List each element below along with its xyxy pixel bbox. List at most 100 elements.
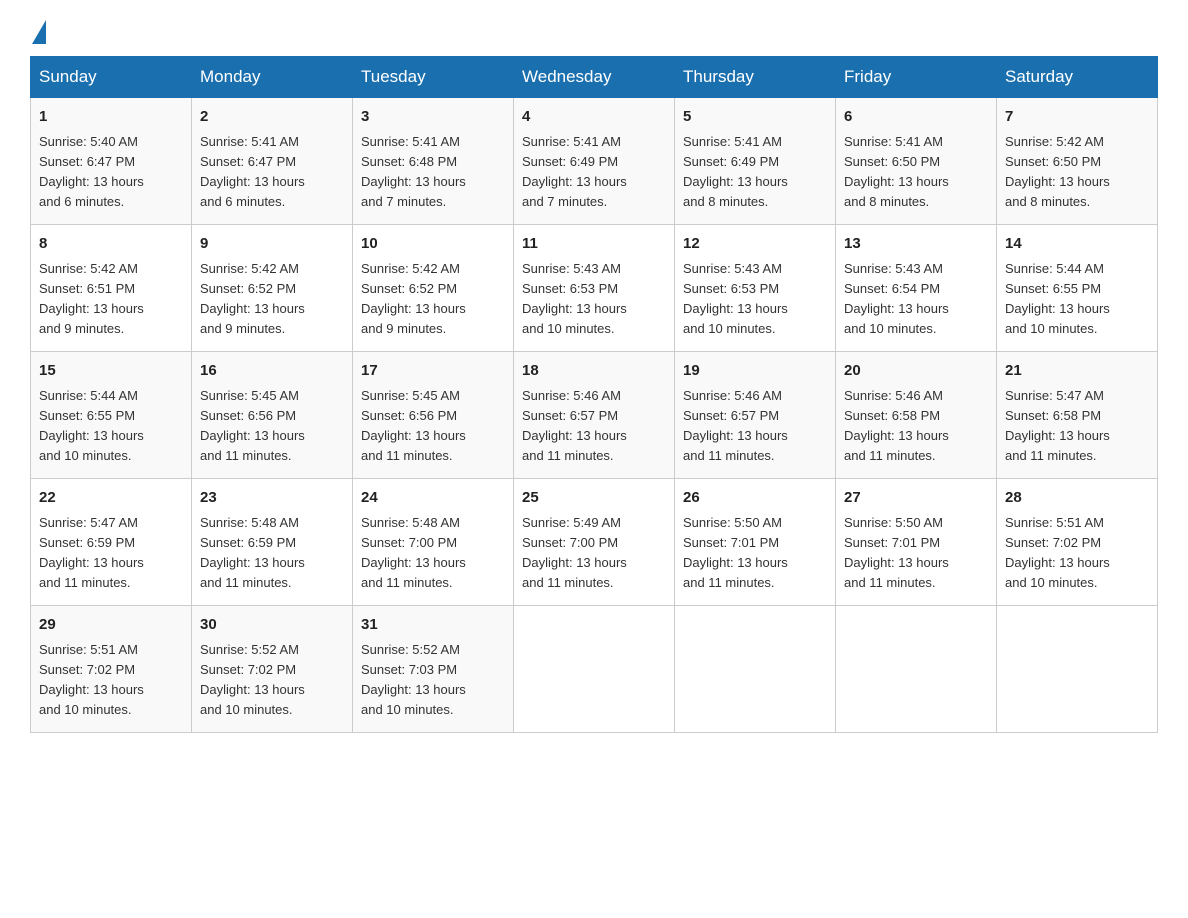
- calendar-week-row: 15 Sunrise: 5:44 AMSunset: 6:55 PMDayligh…: [31, 352, 1158, 479]
- header: [30, 20, 1158, 36]
- day-number: 20: [844, 360, 988, 383]
- day-info: Sunrise: 5:46 AMSunset: 6:57 PMDaylight:…: [522, 386, 666, 467]
- day-number: 28: [1005, 487, 1149, 510]
- day-info: Sunrise: 5:44 AMSunset: 6:55 PMDaylight:…: [39, 386, 183, 467]
- day-number: 12: [683, 233, 827, 256]
- calendar-cell: 4Sunrise: 5:41 AMSunset: 6:49 PMDaylight…: [514, 98, 675, 225]
- calendar-cell: 13Sunrise: 5:43 AMSunset: 6:54 PMDayligh…: [836, 225, 997, 352]
- calendar-cell: 29Sunrise: 5:51 AMSunset: 7:02 PMDayligh…: [31, 606, 192, 733]
- day-info: Sunrise: 5:46 AMSunset: 6:58 PMDaylight:…: [844, 386, 988, 467]
- day-info: Sunrise: 5:52 AMSunset: 7:02 PMDaylight:…: [200, 640, 344, 721]
- day-info: Sunrise: 5:44 AMSunset: 6:55 PMDaylight:…: [1005, 259, 1149, 340]
- day-info: Sunrise: 5:46 AMSunset: 6:57 PMDaylight:…: [683, 386, 827, 467]
- day-number: 17: [361, 360, 505, 383]
- day-info: Sunrise: 5:50 AMSunset: 7:01 PMDaylight:…: [683, 513, 827, 594]
- day-info: Sunrise: 5:47 AMSunset: 6:58 PMDaylight:…: [1005, 386, 1149, 467]
- day-number: 6: [844, 106, 988, 129]
- day-info: Sunrise: 5:42 AMSunset: 6:50 PMDaylight:…: [1005, 132, 1149, 213]
- calendar-cell: 25Sunrise: 5:49 AMSunset: 7:00 PMDayligh…: [514, 479, 675, 606]
- day-number: 22: [39, 487, 183, 510]
- day-info: Sunrise: 5:47 AMSunset: 6:59 PMDaylight:…: [39, 513, 183, 594]
- weekday-header-tuesday: Tuesday: [353, 57, 514, 98]
- day-number: 27: [844, 487, 988, 510]
- day-info: Sunrise: 5:40 AMSunset: 6:47 PMDaylight:…: [39, 132, 183, 213]
- calendar-cell: 5 Sunrise: 5:41 AMSunset: 6:49 PMDaylight…: [675, 98, 836, 225]
- calendar-cell: 31 Sunrise: 5:52 AMSunset: 7:03 PMDayligh…: [353, 606, 514, 733]
- day-number: 31: [361, 614, 505, 637]
- calendar-cell: 23 Sunrise: 5:48 AMSunset: 6:59 PMDayligh…: [192, 479, 353, 606]
- day-info: Sunrise: 5:41 AMSunset: 6:48 PMDaylight:…: [361, 132, 505, 213]
- calendar-cell: 2Sunrise: 5:41 AMSunset: 6:47 PMDaylight…: [192, 98, 353, 225]
- calendar-cell: 22 Sunrise: 5:47 AMSunset: 6:59 PMDayligh…: [31, 479, 192, 606]
- day-number: 5: [683, 106, 827, 129]
- calendar-week-row: 8Sunrise: 5:42 AMSunset: 6:51 PMDaylight…: [31, 225, 1158, 352]
- calendar-cell: 1 Sunrise: 5:40 AMSunset: 6:47 PMDaylight…: [31, 98, 192, 225]
- day-info: Sunrise: 5:48 AMSunset: 6:59 PMDaylight:…: [200, 513, 344, 594]
- calendar-cell: [675, 606, 836, 733]
- day-number: 7: [1005, 106, 1149, 129]
- calendar-cell: 30 Sunrise: 5:52 AMSunset: 7:02 PMDayligh…: [192, 606, 353, 733]
- day-number: 11: [522, 233, 666, 256]
- calendar-cell: 8Sunrise: 5:42 AMSunset: 6:51 PMDaylight…: [31, 225, 192, 352]
- day-info: Sunrise: 5:42 AMSunset: 6:52 PMDaylight:…: [361, 259, 505, 340]
- calendar-cell: 11 Sunrise: 5:43 AMSunset: 6:53 PMDayligh…: [514, 225, 675, 352]
- day-number: 23: [200, 487, 344, 510]
- day-number: 9: [200, 233, 344, 256]
- weekday-header-monday: Monday: [192, 57, 353, 98]
- day-number: 25: [522, 487, 666, 510]
- day-info: Sunrise: 5:42 AMSunset: 6:52 PMDaylight:…: [200, 259, 344, 340]
- calendar-cell: 10 Sunrise: 5:42 AMSunset: 6:52 PMDayligh…: [353, 225, 514, 352]
- day-number: 21: [1005, 360, 1149, 383]
- weekday-header-thursday: Thursday: [675, 57, 836, 98]
- weekday-header-wednesday: Wednesday: [514, 57, 675, 98]
- day-number: 8: [39, 233, 183, 256]
- calendar-cell: 18 Sunrise: 5:46 AMSunset: 6:57 PMDayligh…: [514, 352, 675, 479]
- calendar-week-row: 22 Sunrise: 5:47 AMSunset: 6:59 PMDayligh…: [31, 479, 1158, 606]
- day-number: 2: [200, 106, 344, 129]
- calendar-cell: 9 Sunrise: 5:42 AMSunset: 6:52 PMDaylight…: [192, 225, 353, 352]
- day-info: Sunrise: 5:52 AMSunset: 7:03 PMDaylight:…: [361, 640, 505, 721]
- calendar-cell: 14 Sunrise: 5:44 AMSunset: 6:55 PMDayligh…: [997, 225, 1158, 352]
- calendar-cell: 28 Sunrise: 5:51 AMSunset: 7:02 PMDayligh…: [997, 479, 1158, 606]
- calendar-cell: [836, 606, 997, 733]
- day-info: Sunrise: 5:51 AMSunset: 7:02 PMDaylight:…: [39, 640, 183, 721]
- calendar-cell: 21 Sunrise: 5:47 AMSunset: 6:58 PMDayligh…: [997, 352, 1158, 479]
- day-number: 15: [39, 360, 183, 383]
- day-number: 18: [522, 360, 666, 383]
- day-info: Sunrise: 5:45 AMSunset: 6:56 PMDaylight:…: [200, 386, 344, 467]
- weekday-header-row: SundayMondayTuesdayWednesdayThursdayFrid…: [31, 57, 1158, 98]
- day-info: Sunrise: 5:50 AMSunset: 7:01 PMDaylight:…: [844, 513, 988, 594]
- calendar-cell: 19Sunrise: 5:46 AMSunset: 6:57 PMDayligh…: [675, 352, 836, 479]
- day-number: 1: [39, 106, 183, 129]
- calendar-cell: 3 Sunrise: 5:41 AMSunset: 6:48 PMDaylight…: [353, 98, 514, 225]
- calendar-cell: 15 Sunrise: 5:44 AMSunset: 6:55 PMDayligh…: [31, 352, 192, 479]
- weekday-header-friday: Friday: [836, 57, 997, 98]
- day-info: Sunrise: 5:45 AMSunset: 6:56 PMDaylight:…: [361, 386, 505, 467]
- day-info: Sunrise: 5:48 AMSunset: 7:00 PMDaylight:…: [361, 513, 505, 594]
- calendar-cell: 16 Sunrise: 5:45 AMSunset: 6:56 PMDayligh…: [192, 352, 353, 479]
- day-info: Sunrise: 5:51 AMSunset: 7:02 PMDaylight:…: [1005, 513, 1149, 594]
- day-number: 4: [522, 106, 666, 129]
- day-info: Sunrise: 5:43 AMSunset: 6:53 PMDaylight:…: [683, 259, 827, 340]
- calendar-week-row: 29Sunrise: 5:51 AMSunset: 7:02 PMDayligh…: [31, 606, 1158, 733]
- calendar-cell: [997, 606, 1158, 733]
- calendar-cell: 27 Sunrise: 5:50 AMSunset: 7:01 PMDayligh…: [836, 479, 997, 606]
- day-number: 14: [1005, 233, 1149, 256]
- calendar-cell: 24Sunrise: 5:48 AMSunset: 7:00 PMDayligh…: [353, 479, 514, 606]
- weekday-header-saturday: Saturday: [997, 57, 1158, 98]
- logo-triangle-icon: [32, 20, 46, 44]
- day-info: Sunrise: 5:41 AMSunset: 6:49 PMDaylight:…: [683, 132, 827, 213]
- calendar-cell: 26 Sunrise: 5:50 AMSunset: 7:01 PMDayligh…: [675, 479, 836, 606]
- calendar-cell: [514, 606, 675, 733]
- day-info: Sunrise: 5:43 AMSunset: 6:53 PMDaylight:…: [522, 259, 666, 340]
- calendar-cell: 17 Sunrise: 5:45 AMSunset: 6:56 PMDayligh…: [353, 352, 514, 479]
- calendar-cell: 20 Sunrise: 5:46 AMSunset: 6:58 PMDayligh…: [836, 352, 997, 479]
- day-number: 10: [361, 233, 505, 256]
- calendar-cell: 6Sunrise: 5:41 AMSunset: 6:50 PMDaylight…: [836, 98, 997, 225]
- weekday-header-sunday: Sunday: [31, 57, 192, 98]
- day-number: 16: [200, 360, 344, 383]
- day-number: 3: [361, 106, 505, 129]
- day-number: 30: [200, 614, 344, 637]
- logo: [30, 20, 46, 36]
- day-number: 26: [683, 487, 827, 510]
